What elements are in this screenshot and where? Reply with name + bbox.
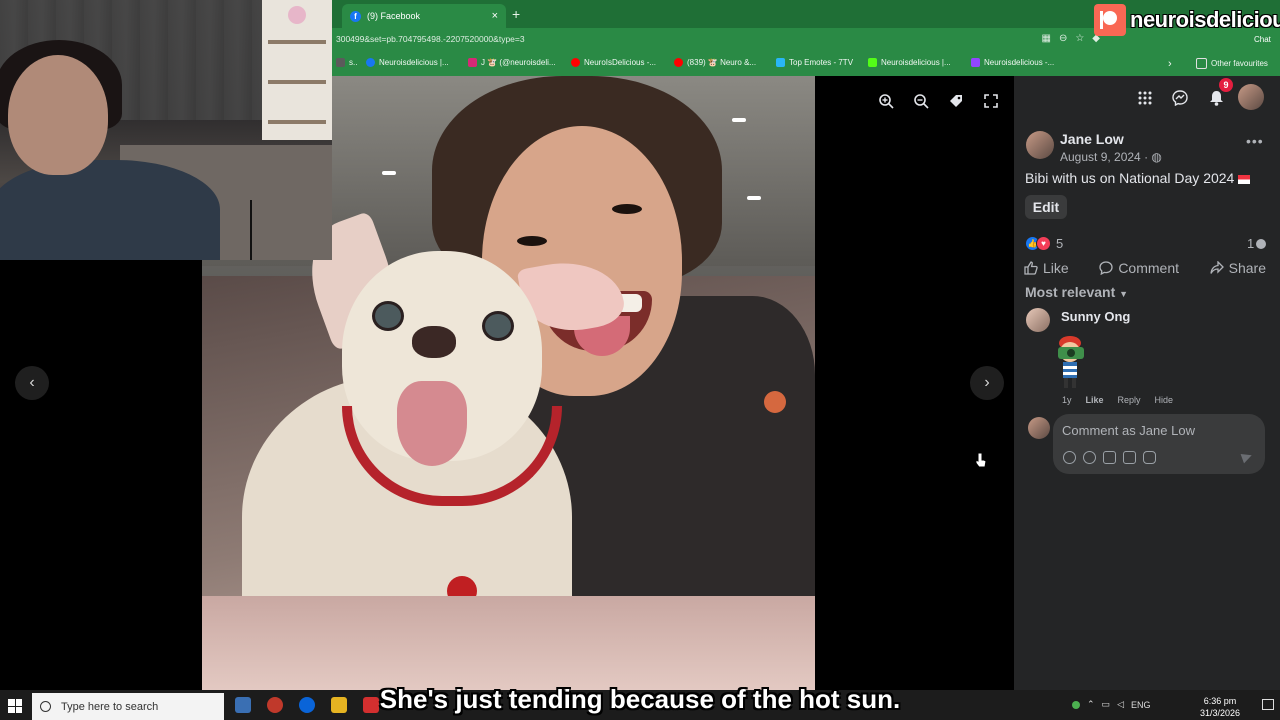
- avatar-sticker-icon[interactable]: [1063, 451, 1076, 464]
- share-icon: [1209, 261, 1224, 274]
- post-actions: Like Comment Share: [1020, 256, 1270, 280]
- facebook-icon: f: [350, 10, 361, 22]
- bookmark-item[interactable]: Neuroisdelicious -...: [971, 58, 1054, 67]
- 7tv-icon: [776, 58, 785, 67]
- sticker-icon[interactable]: [1143, 451, 1156, 464]
- edit-button[interactable]: Edit: [1025, 195, 1067, 219]
- zoom-in-icon[interactable]: [875, 90, 897, 112]
- author-avatar[interactable]: [1026, 131, 1054, 159]
- video-subtitle: She's just tending because of the hot su…: [379, 684, 901, 714]
- reaction-summary[interactable]: 👍 ♥ 5: [1025, 236, 1063, 251]
- apps-icon[interactable]: ▦: [1041, 33, 1050, 44]
- singapore-flag-icon: [1238, 174, 1251, 184]
- menu-grid-icon[interactable]: [1131, 84, 1159, 112]
- bookmark-item[interactable]: NeuroIsDelicious -...: [571, 58, 656, 67]
- folder-icon: [1196, 58, 1207, 69]
- bookmark-item[interactable]: Neuroisdelicious |...: [366, 58, 449, 67]
- share-button[interactable]: Share: [1206, 256, 1270, 280]
- notification-badge: 9: [1219, 78, 1233, 92]
- emoji-icon[interactable]: [1083, 451, 1096, 464]
- next-photo-button[interactable]: ›: [970, 366, 1004, 400]
- bookmark-icon: [336, 58, 345, 67]
- comment-icon: [1099, 261, 1113, 275]
- love-reaction-icon: ♥: [1036, 236, 1051, 251]
- twitch-icon: [971, 58, 980, 67]
- kick-icon: [868, 58, 877, 67]
- tab-facebook[interactable]: f (9) Facebook ×: [342, 4, 506, 28]
- instagram-icon: [468, 58, 477, 67]
- webcam-overlay: [0, 0, 332, 260]
- previous-photo-button[interactable]: ‹: [15, 366, 49, 400]
- commenter-name[interactable]: Sunny Ong: [1061, 309, 1130, 324]
- like-icon: [1024, 261, 1038, 275]
- comment-like-button[interactable]: Like: [1086, 395, 1104, 405]
- commenter-avatar[interactable]: [1026, 308, 1050, 332]
- more-options-icon[interactable]: •••: [1246, 133, 1264, 149]
- account-avatar[interactable]: [1238, 84, 1264, 110]
- watermark: neuroisdelicious: [1094, 2, 1280, 38]
- bookmarks-overflow-icon[interactable]: ›: [1168, 58, 1172, 70]
- comment-input[interactable]: Comment as Jane Low: [1062, 423, 1195, 438]
- bookmark-item[interactable]: J 🐮 (@neuroisdeli...: [468, 58, 556, 67]
- url-field[interactable]: 300499&set=pb.704795498.-2207520000&type…: [336, 34, 525, 44]
- zoom-out-icon[interactable]: [910, 90, 932, 112]
- facebook-icon: [366, 58, 375, 67]
- comment-sort-dropdown[interactable]: Most relevant ▼: [1025, 284, 1128, 300]
- like-button[interactable]: Like: [1020, 256, 1073, 280]
- post-date[interactable]: August 9, 2024 · ◍: [1060, 150, 1162, 164]
- messenger-icon[interactable]: [1166, 84, 1194, 112]
- caret-down-icon: ▼: [1119, 289, 1129, 299]
- comment-meta: 1y Like Reply Hide: [1062, 395, 1173, 405]
- comment-bubble-icon: [1256, 238, 1267, 249]
- zoom-icon[interactable]: ⊖: [1059, 33, 1067, 44]
- comment-count[interactable]: 1: [1247, 236, 1267, 251]
- fullscreen-icon[interactable]: [980, 90, 1002, 112]
- mouse-cursor: [975, 452, 987, 468]
- new-tab-button[interactable]: +: [512, 6, 520, 22]
- comment-age[interactable]: 1y: [1062, 395, 1072, 405]
- tab-title: (9) Facebook: [367, 11, 421, 21]
- composer-tools: [1063, 451, 1156, 464]
- camera-icon[interactable]: [1103, 451, 1116, 464]
- bookmark-item[interactable]: s..: [336, 58, 357, 67]
- tag-icon[interactable]: [945, 90, 967, 112]
- post-author[interactable]: Jane Low: [1060, 131, 1124, 147]
- bookmark-item[interactable]: Top Emotes - 7TV: [776, 58, 853, 67]
- close-tab-icon[interactable]: ×: [492, 10, 498, 22]
- comment-button[interactable]: Comment: [1095, 256, 1183, 280]
- other-favourites[interactable]: Other favourites: [1196, 58, 1268, 69]
- address-bar-actions: ▦ ⊖ ☆ ◆: [1041, 33, 1100, 44]
- favorite-star-icon[interactable]: ☆: [1075, 33, 1084, 44]
- bookmark-item[interactable]: (839) 🐮 Neuro &...: [674, 58, 756, 67]
- gif-icon[interactable]: [1123, 451, 1136, 464]
- youtube-icon: [674, 58, 683, 67]
- composer-avatar: [1028, 417, 1050, 439]
- watermark-text: neuroisdelicious: [1130, 7, 1280, 32]
- bookmark-item[interactable]: Neuroisdelicious |...: [868, 58, 951, 67]
- youtube-icon: [571, 58, 580, 67]
- comment-sticker: [1050, 333, 1092, 391]
- comment-hide-button[interactable]: Hide: [1155, 395, 1174, 405]
- comment-reply-button[interactable]: Reply: [1118, 395, 1141, 405]
- globe-icon: ◍: [1151, 150, 1162, 164]
- post-caption: Bibi with us on National Day 2024: [1025, 170, 1251, 186]
- patreon-logo-icon: [1094, 4, 1126, 36]
